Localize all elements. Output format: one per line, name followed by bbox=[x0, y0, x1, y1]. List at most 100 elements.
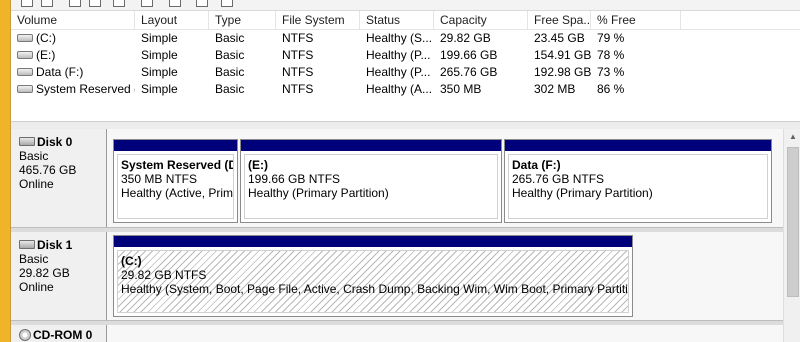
partition-body: System Reserved (D 350 MB NTFS Healthy (… bbox=[117, 154, 234, 219]
partition-status: Healthy (Primary Partition) bbox=[512, 186, 653, 200]
toolbar-rescan-icon[interactable] bbox=[113, 0, 125, 7]
volume-free-space: 23.45 GB bbox=[534, 31, 585, 45]
toolbar-check-icon[interactable] bbox=[196, 0, 208, 7]
toolbar-forward-icon[interactable] bbox=[41, 0, 53, 7]
disk-info[interactable]: Disk 1 Basic 29.82 GB Online bbox=[11, 232, 107, 320]
volume-name: Data (F:) bbox=[36, 65, 84, 79]
volume-list-header: Volume Layout Type File System Status Ca… bbox=[11, 11, 800, 30]
drive-icon bbox=[17, 50, 33, 59]
volume-status: Healthy (P... bbox=[366, 48, 431, 62]
partition[interactable]: (C:) 29.82 GB NTFS Healthy (System, Boot… bbox=[113, 235, 633, 317]
column-header-spacer bbox=[681, 11, 800, 29]
disk-row: CD-ROM 0 bbox=[11, 325, 783, 342]
volume-row[interactable]: System Reserved (... Simple Basic NTFS H… bbox=[11, 81, 800, 98]
column-header-type[interactable]: Type bbox=[209, 11, 276, 29]
disk-map: Disk 0 Basic 465.76 GB Online System Res… bbox=[11, 129, 783, 342]
cdrom-icon bbox=[19, 328, 31, 341]
volume-status: Healthy (S... bbox=[366, 31, 433, 45]
partition-bar bbox=[114, 236, 632, 247]
disk-size: 465.76 GB bbox=[19, 163, 77, 177]
partition[interactable]: (E:) 199.66 GB NTFS Healthy (Primary Par… bbox=[240, 139, 502, 223]
volume-free-space: 154.91 GB bbox=[534, 48, 591, 62]
scroll-thumb[interactable] bbox=[787, 147, 799, 297]
partition-body: (E:) 199.66 GB NTFS Healthy (Primary Par… bbox=[244, 154, 498, 219]
disk-name: Disk 1 bbox=[37, 238, 73, 252]
partition-name: (E:) bbox=[248, 158, 268, 172]
column-header-volume[interactable]: Volume bbox=[11, 11, 135, 29]
volume-row[interactable]: (C:) Simple Basic NTFS Healthy (S... 29.… bbox=[11, 30, 800, 47]
disk-name: Disk 0 bbox=[37, 135, 73, 149]
volume-capacity: 29.82 GB bbox=[440, 31, 491, 45]
volume-percent-free: 78 % bbox=[597, 48, 625, 62]
toolbar-refresh-icon[interactable] bbox=[141, 0, 153, 7]
disk-map-scrollbar[interactable]: ▲ bbox=[783, 129, 800, 342]
toolbar bbox=[11, 0, 800, 11]
disk-name: CD-ROM 0 bbox=[33, 328, 93, 342]
partition-name: System Reserved (D bbox=[121, 158, 234, 172]
partition-body: (C:) 29.82 GB NTFS Healthy (System, Boot… bbox=[117, 250, 629, 313]
column-header-file-system[interactable]: File System bbox=[276, 11, 360, 29]
toolbar-properties-icon[interactable] bbox=[69, 0, 81, 7]
column-header-status[interactable]: Status bbox=[360, 11, 434, 29]
volume-file-system: NTFS bbox=[282, 65, 314, 79]
disk-icon bbox=[19, 240, 35, 250]
partition-body: Data (F:) 265.76 GB NTFS Healthy (Primar… bbox=[508, 154, 768, 219]
column-header-capacity[interactable]: Capacity bbox=[434, 11, 528, 29]
drive-icon bbox=[17, 33, 33, 42]
toolbar-back-icon[interactable] bbox=[21, 0, 33, 7]
volume-free-space: 302 MB bbox=[534, 82, 576, 96]
volume-file-system: NTFS bbox=[282, 31, 314, 45]
disk-info[interactable]: Disk 0 Basic 465.76 GB Online bbox=[11, 129, 107, 227]
disk-state: Online bbox=[19, 280, 54, 294]
drive-icon bbox=[17, 84, 33, 93]
volume-layout: Simple bbox=[141, 48, 178, 62]
volume-name-cell: Data (F:) bbox=[11, 64, 135, 81]
volume-name: System Reserved (... bbox=[36, 82, 135, 96]
volume-percent-free: 79 % bbox=[597, 31, 625, 45]
disk-size: 29.82 GB bbox=[19, 266, 70, 280]
partition-bar bbox=[505, 140, 771, 151]
partition-name: Data (F:) bbox=[512, 158, 561, 172]
partition-size: 29.82 GB NTFS bbox=[121, 268, 207, 282]
volume-status: Healthy (A... bbox=[366, 82, 433, 96]
partition-size: 199.66 GB NTFS bbox=[248, 172, 341, 186]
volume-percent-free: 86 % bbox=[597, 82, 625, 96]
volume-layout: Simple bbox=[141, 65, 178, 79]
column-header-free-space[interactable]: Free Spa... bbox=[528, 11, 591, 29]
volume-type: Basic bbox=[215, 82, 245, 96]
toolbar-delete-icon[interactable] bbox=[169, 0, 181, 7]
disk-icon bbox=[19, 137, 35, 147]
volume-capacity: 199.66 GB bbox=[440, 48, 498, 62]
volume-free-space: 192.98 GB bbox=[534, 65, 591, 79]
volume-name-cell: (E:) bbox=[11, 47, 135, 64]
partition-bar bbox=[114, 140, 237, 151]
partition[interactable]: Data (F:) 265.76 GB NTFS Healthy (Primar… bbox=[504, 139, 772, 223]
disk-info[interactable]: CD-ROM 0 bbox=[11, 325, 107, 342]
volume-row[interactable]: Data (F:) Simple Basic NTFS Healthy (P..… bbox=[11, 64, 800, 81]
disk-type: Basic bbox=[19, 252, 49, 266]
partition-bar bbox=[241, 140, 501, 151]
partition-status: Healthy (Active, Prima bbox=[121, 186, 234, 200]
column-header-percent-free[interactable]: % Free bbox=[591, 11, 681, 29]
volume-row[interactable]: (E:) Simple Basic NTFS Healthy (P... 199… bbox=[11, 47, 800, 64]
drive-icon bbox=[17, 67, 33, 76]
toolbar-help-icon[interactable] bbox=[89, 0, 101, 7]
column-header-layout[interactable]: Layout bbox=[135, 11, 209, 29]
partition[interactable]: System Reserved (D 350 MB NTFS Healthy (… bbox=[113, 139, 238, 223]
disk-row: Disk 0 Basic 465.76 GB Online System Res… bbox=[11, 129, 783, 227]
toolbar-settings-icon[interactable] bbox=[221, 0, 233, 7]
disk-state: Online bbox=[19, 177, 54, 191]
volume-capacity: 265.76 GB bbox=[440, 65, 498, 79]
volume-file-system: NTFS bbox=[282, 82, 314, 96]
volume-type: Basic bbox=[215, 48, 245, 62]
volume-name: (C:) bbox=[36, 31, 56, 45]
partition-size: 350 MB NTFS bbox=[121, 172, 198, 186]
disk-management-window: Volume Layout Type File System Status Ca… bbox=[10, 0, 800, 342]
scroll-up-arrow-icon[interactable]: ▲ bbox=[784, 129, 800, 145]
volume-status: Healthy (P... bbox=[366, 65, 431, 79]
volume-file-system: NTFS bbox=[282, 48, 314, 62]
volume-percent-free: 73 % bbox=[597, 65, 625, 79]
partition-status: Healthy (System, Boot, Page File, Active… bbox=[121, 282, 629, 296]
volume-name-cell: System Reserved (... bbox=[11, 81, 135, 98]
disk-row: Disk 1 Basic 29.82 GB Online (C:) 29.82 … bbox=[11, 232, 783, 320]
